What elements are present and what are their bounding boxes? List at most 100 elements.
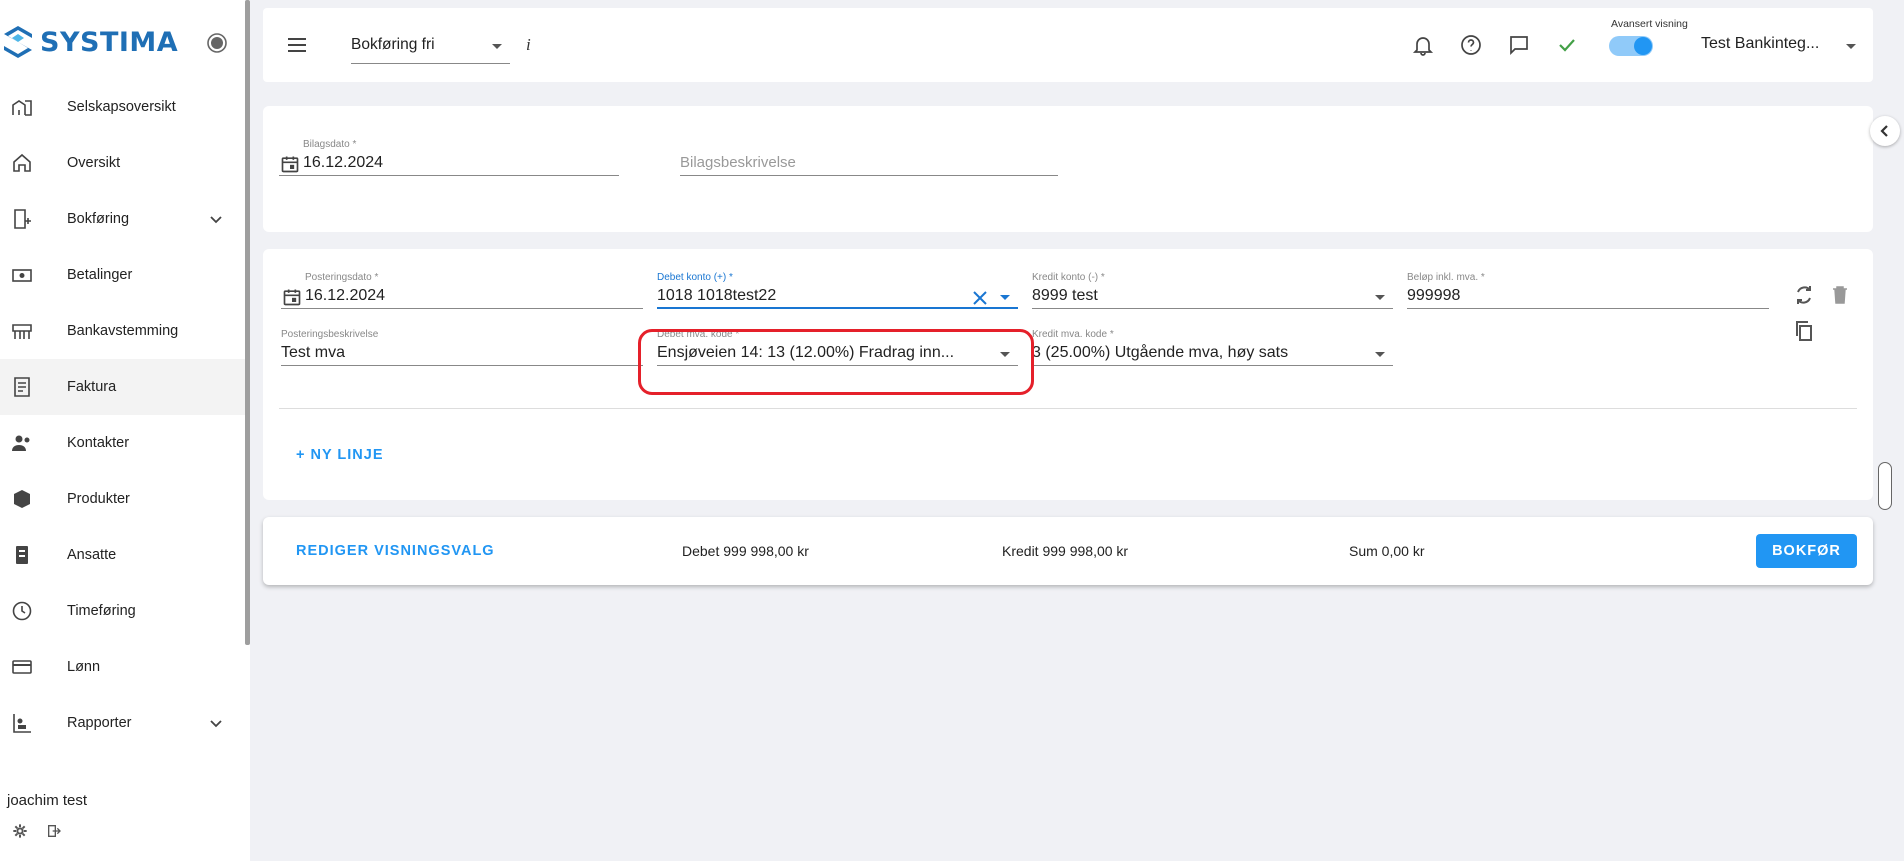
reports-icon <box>13 714 31 733</box>
user-name: joachim test <box>7 792 88 809</box>
payroll-card-icon <box>12 660 32 674</box>
dropdown-arrow-icon <box>492 44 502 49</box>
sidebar-item-label: Lønn <box>67 659 101 675</box>
sidebar-item-oversikt[interactable]: Oversikt <box>0 135 245 191</box>
credit-account-label: Kredit konto (-) * <box>1032 272 1105 283</box>
sync-icon[interactable] <box>1792 283 1816 307</box>
settings-gear-icon[interactable] <box>12 823 28 839</box>
post-button[interactable]: BOKFØR <box>1756 534 1857 568</box>
sidebar-item-label: Selskapsoversikt <box>67 99 176 115</box>
sidebar-item-label: Bokføring <box>67 211 130 227</box>
sidebar-item-label: Bankavstemming <box>67 323 179 339</box>
employee-badge-icon <box>16 546 28 564</box>
voucher-description-placeholder: Bilagsbeskrivelse <box>680 154 796 171</box>
bell-icon[interactable] <box>1411 33 1435 57</box>
summary-bar: REDIGER VISNINGSVALG Debet 999 998,00 kr… <box>263 517 1873 585</box>
edit-view-options-button[interactable]: REDIGER VISNINGSVALG <box>296 543 495 559</box>
balance-sum: Sum 0,00 kr <box>1349 543 1425 559</box>
sidebar-item-rapporter[interactable]: Rapporter <box>0 695 245 751</box>
posting-mode-value: Bokføring fri <box>351 36 435 53</box>
payment-icon <box>12 269 32 282</box>
sidebar-item-betalinger[interactable]: Betalinger <box>0 247 245 303</box>
toggle-knob <box>1634 37 1652 55</box>
info-icon[interactable]: i <box>526 35 531 55</box>
amount-field[interactable]: Beløp inkl. mva. * 999998 <box>1407 272 1769 309</box>
credit-vat-code-label: Kredit mva. kode * <box>1032 329 1114 340</box>
sidebar-item-label: Betalinger <box>67 267 133 283</box>
sidebar-collapse-icon[interactable] <box>206 32 228 54</box>
sidebar-item-label: Kontakter <box>67 435 130 451</box>
divider <box>279 408 1857 409</box>
sidebar-item-label: Produkter <box>67 491 130 507</box>
invoice-icon <box>14 377 30 397</box>
chevron-down-icon[interactable] <box>1846 44 1856 49</box>
credit-sum: Kredit 999 998,00 kr <box>1002 543 1129 559</box>
bank-reconcile-icon <box>12 324 32 339</box>
drag-handle[interactable] <box>1878 462 1892 510</box>
sidebar-item-faktura[interactable]: Faktura <box>0 359 245 415</box>
highlight-annotation <box>638 329 1034 395</box>
sidebar-item-label: Rapporter <box>67 715 132 731</box>
sidebar-item-label: Ansatte <box>67 547 117 563</box>
dropdown-arrow-icon[interactable] <box>1375 352 1385 357</box>
check-icon[interactable] <box>1555 33 1579 57</box>
sidebar-item-bokforing[interactable]: Bokføring <box>0 191 245 247</box>
credit-account-value: 8999 test <box>1032 287 1098 304</box>
help-icon[interactable] <box>1459 33 1483 57</box>
amount-value: 999998 <box>1407 287 1461 304</box>
sidebar-item-label: Oversikt <box>67 155 121 171</box>
company-building-icon <box>12 100 32 116</box>
debit-sum: Debet 999 998,00 kr <box>682 543 809 559</box>
posting-date-field[interactable]: Posteringsdato * 16.12.2024 <box>281 272 643 309</box>
bookkeeping-icon <box>14 209 31 229</box>
credit-vat-code-field[interactable]: Kredit mva. kode * 3 (25.00%) Utgående m… <box>1032 329 1393 366</box>
sidebar-item-bankavstemming[interactable]: Bankavstemming <box>0 303 245 359</box>
chat-icon[interactable] <box>1507 33 1531 57</box>
credit-account-field[interactable]: Kredit konto (-) * 8999 test <box>1032 272 1393 309</box>
posting-description-value: Test mva <box>281 344 346 361</box>
debit-account-value: 1018 1018test22 <box>657 287 777 304</box>
clock-icon <box>12 601 32 621</box>
posting-card: Posteringsdato * 16.12.2024 Debet konto … <box>263 249 1873 500</box>
sidebar-item-label: Timeføring <box>67 603 136 619</box>
advanced-view-toggle[interactable] <box>1609 36 1653 56</box>
voucher-date-label: Bilagsdato * <box>303 139 357 150</box>
copy-icon[interactable] <box>1792 319 1816 343</box>
chevron-down-icon[interactable] <box>204 207 228 231</box>
dropdown-arrow-icon[interactable] <box>1000 295 1010 300</box>
hamburger-menu-icon[interactable] <box>285 33 309 57</box>
dropdown-arrow-icon[interactable] <box>1375 295 1385 300</box>
sidebar-scrollbar[interactable] <box>245 0 250 645</box>
advanced-view-label: Avansert visning <box>1611 18 1688 30</box>
voucher-date-value: 16.12.2024 <box>303 154 384 171</box>
sidebar-item-ansatte[interactable]: Ansatte <box>0 527 245 583</box>
debit-account-label: Debet konto (+) * <box>657 272 733 283</box>
sidebar-item-selskapsoversikt[interactable]: Selskapsoversikt <box>0 79 245 135</box>
chevron-left-icon[interactable] <box>1870 116 1900 146</box>
posting-description-label: Posteringsbeskrivelse <box>281 329 379 340</box>
systima-logo-icon <box>4 26 32 58</box>
debit-account-field[interactable]: Debet konto (+) * 1018 1018test22 <box>657 272 1018 309</box>
sidebar-item-kontakter[interactable]: Kontakter <box>0 415 245 471</box>
chevron-down-icon[interactable] <box>204 711 228 735</box>
sidebar-item-label: Faktura <box>67 379 117 395</box>
sidebar-item-timeforing[interactable]: Timeføring <box>0 583 245 639</box>
contacts-icon <box>12 435 30 451</box>
voucher-card: Bilagsdato * 16.12.2024 Bilagsbeskrivels… <box>263 106 1873 232</box>
posting-description-field[interactable]: Posteringsbeskrivelse Test mva <box>281 329 643 366</box>
new-line-button[interactable]: + NY LINJE <box>296 447 384 463</box>
posting-mode-select[interactable]: Bokføring fri <box>351 32 510 64</box>
voucher-description-field[interactable]: Bilagsbeskrivelse <box>680 140 1058 176</box>
sidebar-item-produkter[interactable]: Produkter <box>0 471 245 527</box>
logo-text: SYSTIMA <box>40 26 179 58</box>
company-selector[interactable]: Test Bankinteg... <box>1701 35 1819 53</box>
logo[interactable]: SYSTIMA <box>2 24 178 60</box>
voucher-date-field[interactable]: Bilagsdato * 16.12.2024 <box>279 139 619 176</box>
amount-label: Beløp inkl. mva. * <box>1407 272 1485 283</box>
posting-date-value: 16.12.2024 <box>305 287 386 304</box>
logout-icon[interactable] <box>46 823 62 839</box>
sidebar-item-lonn[interactable]: Lønn <box>0 639 245 695</box>
delete-trash-icon[interactable] <box>1828 283 1852 307</box>
top-header: Bokføring fri i Avansert visning Test Ba… <box>263 8 1873 82</box>
clear-x-icon[interactable] <box>972 290 988 306</box>
